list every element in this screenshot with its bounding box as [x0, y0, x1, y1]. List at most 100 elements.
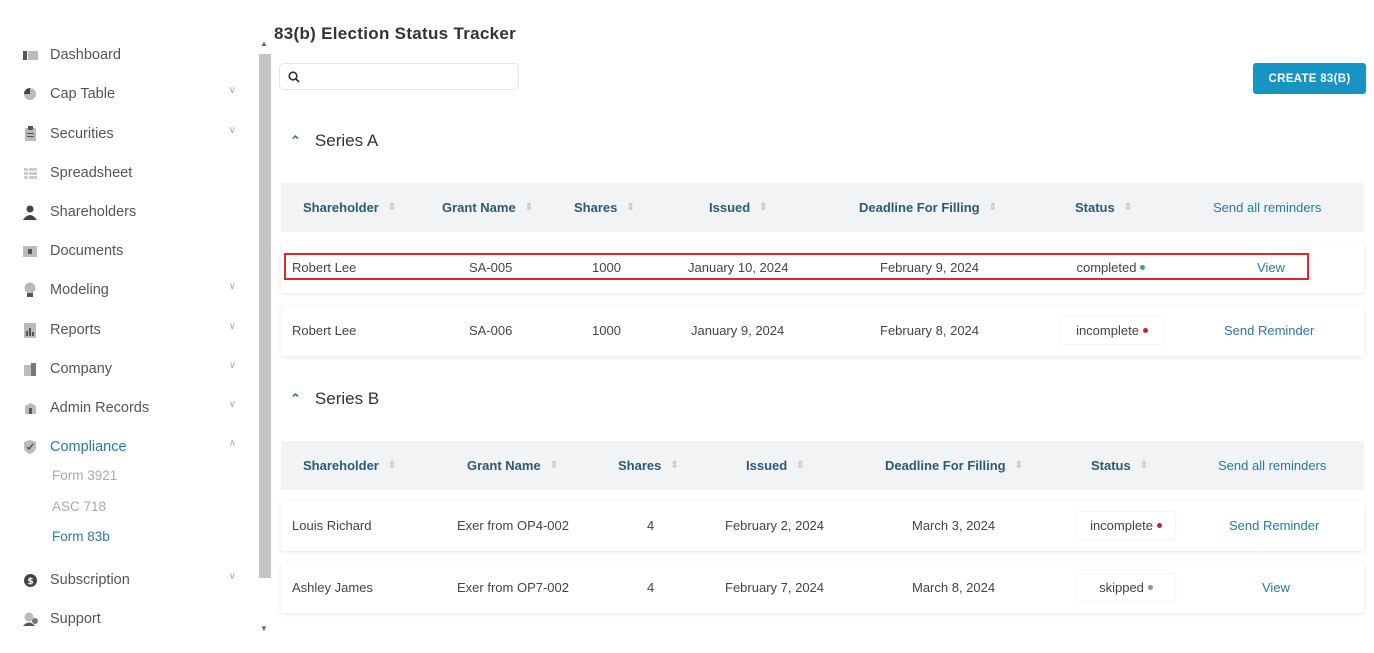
sort-icon[interactable]: ⇕: [796, 460, 804, 471]
sidebar-item-documents[interactable]: Documents: [22, 239, 242, 263]
sort-icon[interactable]: ⇕: [1140, 460, 1148, 471]
sidebar-item-reports[interactable]: Reports ∨: [22, 318, 242, 342]
create-83b-button[interactable]: CREATE 83(B): [1253, 63, 1366, 94]
building-icon: [22, 361, 38, 377]
cell-grant-name: Exer from OP7-002: [457, 580, 569, 595]
status-badge: completed: [1061, 254, 1161, 281]
column-header-shares[interactable]: Shares ⇕: [618, 441, 679, 490]
sort-icon[interactable]: ⇕: [1124, 202, 1132, 213]
column-header-issued[interactable]: Issued ⇕: [746, 441, 805, 490]
column-header-grant-name[interactable]: Grant Name ⇕: [442, 183, 533, 232]
pie-chart-icon: [22, 86, 38, 102]
sidebar-item-label: Securities: [50, 126, 114, 142]
column-header-deadline[interactable]: Deadline For Filling ⇕: [885, 441, 1023, 490]
sidebar-item-admin-records[interactable]: Admin Records ∨: [22, 396, 242, 420]
scroll-down-arrow-icon[interactable]: ▼: [260, 624, 268, 633]
sidebar-item-securities[interactable]: Securities ∨: [22, 122, 242, 146]
chevron-up-icon[interactable]: ⌃: [290, 391, 301, 407]
chevron-down-icon: ∨: [228, 399, 236, 410]
sidebar-subitem-form-83b[interactable]: Form 83b: [52, 529, 110, 544]
sort-icon[interactable]: ⇕: [626, 202, 634, 213]
sidebar-item-label: Shareholders: [50, 204, 137, 220]
sidebar-item-modeling[interactable]: Modeling ∨: [22, 278, 242, 302]
chevron-up-icon: ∧: [228, 438, 236, 449]
chevron-down-icon: ∨: [228, 125, 236, 136]
send-reminder-button[interactable]: Send Reminder: [1229, 500, 1319, 551]
sidebar-item-dashboard[interactable]: Dashboard: [22, 43, 242, 67]
sidebar-item-label: Company: [50, 361, 113, 377]
spreadsheet-icon: [22, 165, 38, 181]
svg-text:$: $: [27, 577, 33, 587]
table-row: Robert Lee SA-005 1000 January 10, 2024 …: [281, 242, 1364, 293]
sort-icon[interactable]: ⇕: [525, 202, 533, 213]
status-dot-skipped: [1147, 585, 1153, 590]
shield-icon: [22, 439, 38, 455]
column-header-issued[interactable]: Issued ⇕: [709, 183, 768, 232]
scroll-up-arrow-icon[interactable]: ▲: [260, 39, 268, 48]
sort-icon[interactable]: ⇕: [388, 460, 396, 471]
sidebar-item-subscription[interactable]: $ Subscription ∨: [22, 568, 242, 592]
section-header-series-a[interactable]: ⌃ Series A: [290, 131, 378, 151]
sidebar-item-label: Modeling: [50, 282, 109, 298]
sidebar-item-spreadsheet[interactable]: Spreadsheet: [22, 161, 242, 185]
cell-deadline: February 9, 2024: [880, 260, 980, 275]
sort-icon[interactable]: ⇕: [550, 460, 558, 471]
table-header-series-b: Shareholder ⇕ Grant Name ⇕ Shares ⇕ Issued ⇕…: [281, 441, 1364, 490]
column-header-deadline[interactable]: Deadline For Filling ⇕: [859, 183, 997, 232]
status-badge: incomplete: [1077, 512, 1175, 539]
cell-issued: February 2, 2024: [725, 518, 825, 533]
column-header-status[interactable]: Status ⇕: [1075, 183, 1132, 232]
support-icon: [22, 611, 38, 627]
send-all-reminders-link[interactable]: Send all reminders: [1218, 441, 1326, 490]
sort-icon[interactable]: ⇕: [388, 202, 396, 213]
cell-grant-name: SA-006: [469, 323, 513, 338]
sort-icon[interactable]: ⇕: [989, 202, 997, 213]
view-link[interactable]: View: [1262, 562, 1290, 613]
sidebar-subitem-form-3921[interactable]: Form 3921: [52, 468, 117, 483]
sidebar: Dashboard Cap Table ∨ Securities ∨ Sprea…: [0, 0, 258, 653]
chevron-up-icon[interactable]: ⌃: [290, 133, 301, 149]
dollar-icon: $: [22, 572, 38, 588]
column-header-status[interactable]: Status ⇕: [1091, 441, 1148, 490]
cell-shareholder: Louis Richard: [292, 518, 372, 533]
cell-issued: January 9, 2024: [691, 323, 785, 338]
cell-shareholder: Robert Lee: [292, 323, 357, 338]
chevron-down-icon: ∨: [228, 571, 236, 582]
send-reminder-button[interactable]: Send Reminder: [1224, 305, 1314, 356]
column-header-shares[interactable]: Shares ⇕: [574, 183, 635, 232]
cell-shareholder: Robert Lee: [292, 260, 357, 275]
sort-icon[interactable]: ⇕: [670, 460, 678, 471]
column-header-shareholder[interactable]: Shareholder ⇕: [303, 183, 396, 232]
table-row: Robert Lee SA-006 1000 January 9, 2024 F…: [281, 305, 1364, 356]
send-all-reminders-link[interactable]: Send all reminders: [1213, 183, 1321, 232]
scrollbar-thumb[interactable]: [259, 54, 271, 578]
sidebar-item-compliance[interactable]: Compliance ∧: [22, 435, 242, 459]
chevron-down-icon: ∨: [228, 321, 236, 332]
sort-icon[interactable]: ⇕: [1015, 460, 1023, 471]
sort-icon[interactable]: ⇕: [759, 202, 767, 213]
cell-deadline: February 8, 2024: [880, 323, 980, 338]
column-header-shareholder[interactable]: Shareholder ⇕: [303, 441, 396, 490]
view-link[interactable]: View: [1257, 242, 1285, 293]
search-box[interactable]: [279, 63, 519, 90]
clipboard-icon: [22, 126, 38, 142]
dashboard-icon: [22, 47, 38, 63]
search-input[interactable]: [306, 68, 510, 88]
cell-deadline: March 8, 2024: [912, 580, 996, 595]
sidebar-item-cap-table[interactable]: Cap Table ∨: [22, 82, 242, 106]
cell-shares: 1000: [592, 260, 621, 275]
sidebar-scrollbar[interactable]: ▲ ▼: [258, 36, 272, 640]
sidebar-item-label: Reports: [50, 322, 101, 338]
column-header-grant-name[interactable]: Grant Name ⇕: [467, 441, 558, 490]
sidebar-subitem-asc-718[interactable]: ASC 718: [52, 499, 106, 514]
sidebar-item-support[interactable]: Support: [22, 607, 242, 631]
table-row: Louis Richard Exer from OP4-002 4 Februa…: [281, 500, 1364, 551]
sidebar-item-label: Dashboard: [50, 47, 121, 63]
section-header-series-b[interactable]: ⌃ Series B: [290, 389, 379, 409]
cell-issued: February 7, 2024: [725, 580, 825, 595]
sidebar-item-shareholders[interactable]: Shareholders: [22, 200, 242, 224]
chevron-down-icon: ∨: [228, 281, 236, 292]
sidebar-item-company[interactable]: Company ∨: [22, 357, 242, 381]
lightbulb-icon: [22, 282, 38, 298]
status-dot-incomplete: [1142, 328, 1148, 333]
